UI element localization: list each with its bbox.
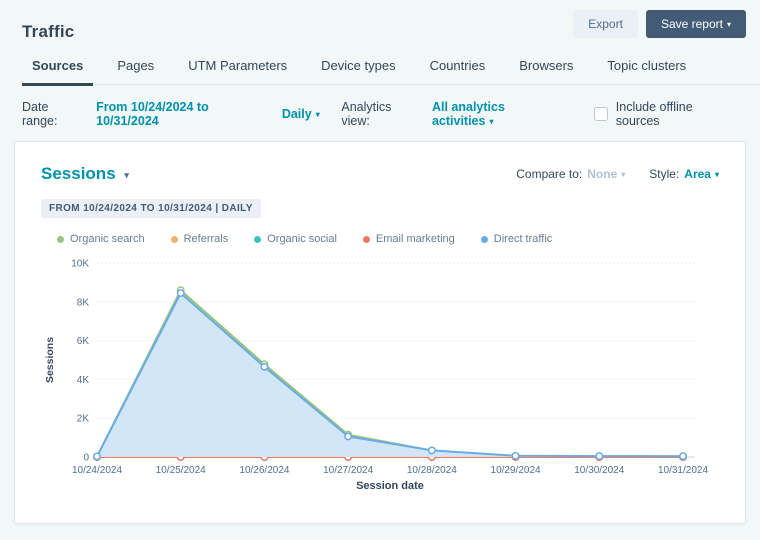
report-controls: Compare to: None ▾ Style: Area ▾	[516, 167, 719, 181]
top-bar: Traffic Export Save report ▾	[0, 0, 760, 42]
tab-device-types[interactable]: Device types	[311, 54, 405, 86]
y-axis-tick-label: 10K	[71, 259, 89, 270]
legend-dot-icon	[57, 235, 64, 243]
legend-item-email-marketing[interactable]: Email marketing	[362, 233, 455, 245]
chart-legend: Organic search Referrals Organic social Ema…	[57, 233, 719, 245]
analytics-view-value: All analytics activities	[431, 100, 505, 128]
legend-item-organic-social[interactable]: Organic social	[254, 233, 337, 245]
legend-dot-icon	[480, 235, 488, 243]
chevron-down-icon: ▾	[726, 20, 731, 29]
compare-to-value: None	[587, 167, 618, 181]
data-point-marker[interactable]	[176, 289, 185, 298]
y-axis-tick-label: 8K	[77, 297, 90, 308]
legend-dot-icon	[362, 235, 370, 243]
y-axis-tick-label: 0	[83, 453, 89, 464]
save-report-button[interactable]: Save report ▾	[645, 10, 746, 38]
sessions-report-card: Sessions ▾ Compare to: None ▾ Style: Area…	[14, 141, 746, 524]
report-tabs: Sources Pages UTM Parameters Device types Co…	[22, 54, 760, 86]
tab-browsers[interactable]: Browsers	[509, 54, 583, 86]
data-point-marker[interactable]	[93, 452, 101, 461]
area-direct-traffic	[97, 293, 683, 457]
frequency-dropdown[interactable]: Daily ▾	[282, 107, 320, 121]
data-point-marker[interactable]	[427, 446, 436, 455]
x-axis-tick-label: 10/30/2024	[574, 465, 624, 476]
data-point-marker[interactable]	[679, 452, 687, 461]
legend-label: Organic search	[70, 233, 145, 245]
sessions-title-dropdown[interactable]: Sessions ▾	[41, 164, 129, 184]
x-axis-tick-label: 10/27/2024	[323, 465, 373, 476]
legend-item-referrals[interactable]: Referrals	[170, 233, 229, 245]
tab-utm-parameters[interactable]: UTM Parameters	[178, 54, 297, 86]
legend-label: Organic social	[267, 233, 337, 245]
chevron-down-icon: ▾	[621, 170, 626, 179]
date-range-badge: FROM 10/24/2024 TO 10/31/2024 | DAILY	[41, 199, 261, 218]
y-axis-title: Sessions	[44, 337, 56, 383]
data-point-marker[interactable]	[511, 451, 520, 460]
page-title: Traffic	[22, 22, 75, 41]
offline-sources-checkbox[interactable]	[593, 107, 608, 121]
x-axis-title: Session date	[356, 480, 424, 492]
report-header: Sessions ▾ Compare to: None ▾ Style: Area…	[41, 164, 719, 184]
x-axis-tick-label: 10/28/2024	[407, 465, 457, 476]
tab-topic-clusters[interactable]: Topic clusters	[597, 54, 696, 86]
legend-dot-icon	[254, 235, 262, 243]
legend-label: Email marketing	[375, 233, 455, 245]
compare-to-label: Compare to:	[516, 167, 583, 181]
chevron-down-icon: ▾	[489, 117, 494, 126]
analytics-view-label: Analytics view:	[341, 100, 392, 128]
x-axis-tick-label: 10/31/2024	[658, 465, 708, 476]
date-range-value[interactable]: From 10/24/2024 to 10/31/2024	[96, 100, 272, 128]
x-axis-tick-label: 10/25/2024	[156, 465, 206, 476]
data-point-marker[interactable]	[344, 432, 353, 441]
chevron-down-icon: ▾	[315, 110, 320, 119]
sessions-area-chart: 0 2K 4K 6K 8K 10K 10/24/2024 10/25/2024 10/26/20…	[44, 259, 708, 493]
data-point-marker[interactable]	[260, 362, 269, 371]
offline-sources-label: Include offline sources	[615, 100, 693, 128]
sessions-title: Sessions	[41, 164, 116, 183]
analytics-view-dropdown[interactable]: All analytics activities ▾	[432, 100, 568, 128]
data-point-marker[interactable]	[595, 452, 604, 461]
style-label: Style:	[649, 167, 680, 181]
y-axis-tick-label: 2K	[77, 414, 90, 425]
export-button[interactable]: Export	[573, 10, 638, 38]
export-button-label: Export	[588, 17, 623, 31]
y-axis-tick-label: 4K	[77, 375, 90, 386]
x-axis-tick-label: 10/29/2024	[491, 465, 541, 476]
x-axis-tick-label: 10/24/2024	[72, 465, 122, 476]
legend-label: Referrals	[183, 233, 229, 245]
legend-item-direct-traffic[interactable]: Direct traffic	[480, 233, 553, 245]
style-dropdown[interactable]: Area ▾	[684, 167, 719, 181]
date-range-label: Date range:	[22, 100, 58, 128]
compare-to-dropdown[interactable]: None ▾	[587, 167, 625, 181]
x-axis-tick-label: 10/26/2024	[239, 465, 289, 476]
tab-countries[interactable]: Countries	[420, 54, 496, 86]
save-report-button-label: Save report	[660, 17, 723, 31]
tab-sources[interactable]: Sources	[22, 54, 94, 86]
header-actions: Export Save report ▾	[573, 10, 746, 38]
style-value: Area	[684, 167, 711, 181]
legend-item-organic-search[interactable]: Organic search	[57, 233, 145, 245]
legend-dot-icon	[170, 235, 178, 243]
chevron-down-icon: ▾	[714, 170, 719, 179]
chevron-down-icon: ▾	[124, 170, 129, 180]
tab-pages[interactable]: Pages	[107, 54, 164, 86]
filter-row: Date range: From 10/24/2024 to 10/31/202…	[22, 100, 738, 128]
frequency-value: Daily	[281, 107, 312, 121]
y-axis-tick-label: 6K	[77, 336, 90, 347]
legend-label: Direct traffic	[493, 233, 553, 245]
